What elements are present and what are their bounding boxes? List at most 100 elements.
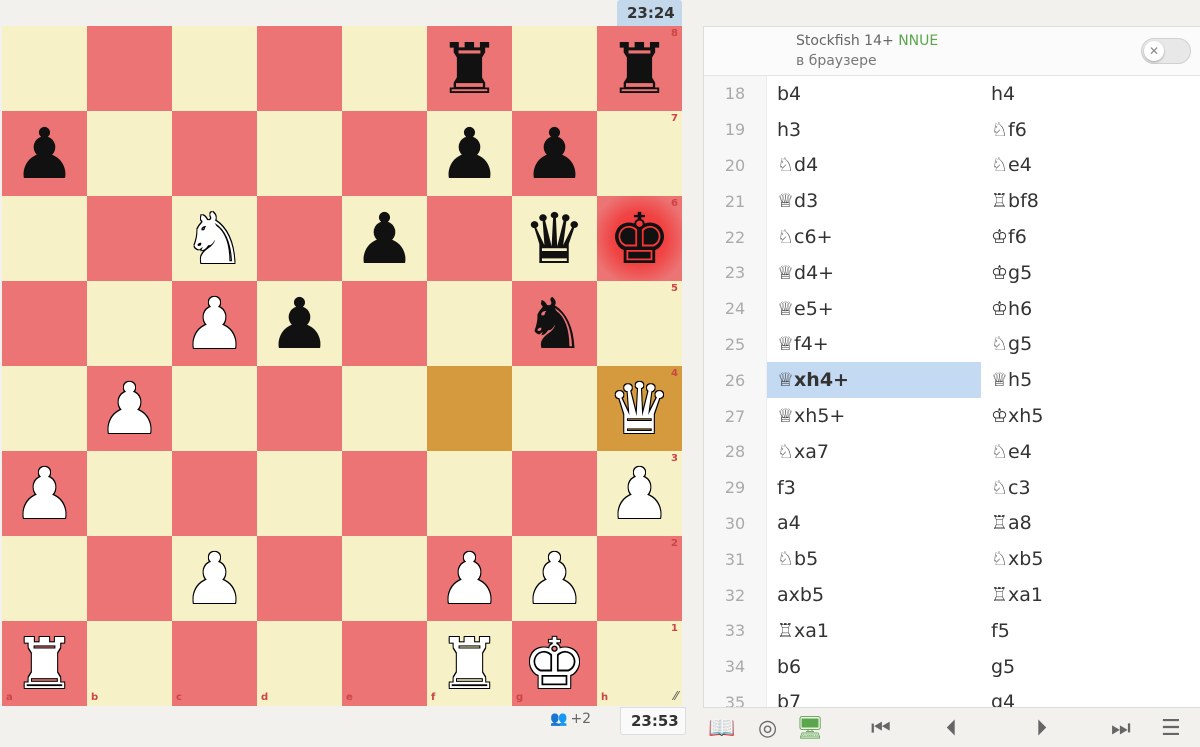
black-move[interactable]: ♖a8 [981, 506, 1195, 542]
square-b5[interactable] [87, 281, 172, 366]
white-move[interactable]: ♖xa1 [767, 613, 981, 649]
white-move[interactable]: b4 [767, 76, 981, 112]
black-move[interactable]: ♖xa1 [981, 577, 1195, 613]
first-move-icon[interactable]: ⏮ [871, 718, 891, 740]
black-move[interactable]: ♔f6 [981, 219, 1195, 255]
white-move[interactable]: ♕f4+ [767, 327, 981, 363]
white-pawn-icon[interactable]: ♟ [597, 451, 682, 536]
square-e4[interactable] [342, 366, 427, 451]
white-pawn-icon[interactable]: ♟ [87, 366, 172, 451]
black-move[interactable]: ♘e4 [981, 148, 1195, 184]
white-pawn-icon[interactable]: ♟ [512, 536, 597, 621]
square-e5[interactable] [342, 281, 427, 366]
square-c4[interactable] [172, 366, 257, 451]
black-queen-icon[interactable]: ♛ [512, 196, 597, 281]
square-d7[interactable] [257, 111, 342, 196]
square-h3[interactable]: 3 ♟ [597, 451, 682, 536]
white-knight-icon[interactable]: ♞ [172, 196, 257, 281]
square-b3[interactable] [87, 451, 172, 536]
square-b8[interactable] [87, 26, 172, 111]
square-f3[interactable] [427, 451, 512, 536]
square-f2[interactable]: ♟ [427, 536, 512, 621]
square-g6[interactable]: ♛ [512, 196, 597, 281]
monitor-icon[interactable]: 🖥 [796, 718, 824, 740]
white-king-icon[interactable]: ♚ [512, 621, 597, 706]
square-b2[interactable] [87, 536, 172, 621]
square-h8[interactable]: 8 ♜ [597, 26, 682, 111]
white-move[interactable]: ♕xh4+ [767, 362, 981, 399]
white-move[interactable]: ♕d4+ [767, 255, 981, 291]
black-move[interactable]: ♕h5 [981, 362, 1195, 398]
square-h4[interactable]: 4 ♛ [597, 366, 682, 451]
black-pawn-icon[interactable]: ♟ [427, 111, 512, 196]
white-move[interactable]: ♕d3 [767, 183, 981, 219]
black-knight-icon[interactable]: ♞ [512, 281, 597, 366]
square-c1[interactable]: c [172, 621, 257, 706]
square-f7[interactable]: ♟ [427, 111, 512, 196]
engine-toggle[interactable]: ✕ [1141, 38, 1191, 64]
white-pawn-icon[interactable]: ♟ [2, 451, 87, 536]
square-b7[interactable] [87, 111, 172, 196]
square-f8[interactable]: ♜ [427, 26, 512, 111]
square-a3[interactable]: ♟ [2, 451, 87, 536]
square-h6[interactable]: 6 ♚ [597, 196, 682, 281]
square-e7[interactable] [342, 111, 427, 196]
black-move[interactable]: ♖bf8 [981, 183, 1195, 219]
square-f5[interactable] [427, 281, 512, 366]
white-move[interactable]: a4 [767, 506, 981, 542]
target-icon[interactable]: ◎ [758, 718, 777, 740]
square-e8[interactable] [342, 26, 427, 111]
white-move[interactable]: ♘b5 [767, 541, 981, 577]
black-move[interactable]: ♘e4 [981, 434, 1195, 470]
white-pawn-icon[interactable]: ♟ [172, 536, 257, 621]
square-a4[interactable] [2, 366, 87, 451]
previous-move-icon[interactable]: ⏴ [946, 718, 957, 740]
square-b6[interactable] [87, 196, 172, 281]
square-d4[interactable] [257, 366, 342, 451]
white-move[interactable]: ♘xa7 [767, 434, 981, 470]
resize-handle-icon[interactable]: ⁄⁄ [674, 689, 678, 703]
square-h7[interactable]: 7 [597, 111, 682, 196]
square-a7[interactable]: ♟ [2, 111, 87, 196]
square-g3[interactable] [512, 451, 597, 536]
square-f1[interactable]: f ♜ [427, 621, 512, 706]
white-queen-icon[interactable]: ♛ [597, 366, 682, 451]
square-g2[interactable]: ♟ [512, 536, 597, 621]
square-e1[interactable]: e [342, 621, 427, 706]
square-d6[interactable] [257, 196, 342, 281]
black-move[interactable]: ♘xb5 [981, 541, 1195, 577]
white-move[interactable]: h3 [767, 112, 981, 148]
square-d3[interactable] [257, 451, 342, 536]
square-a2[interactable] [2, 536, 87, 621]
square-a8[interactable] [2, 26, 87, 111]
square-g5[interactable]: ♞ [512, 281, 597, 366]
square-f4[interactable] [427, 366, 512, 451]
square-g1[interactable]: g ♚ [512, 621, 597, 706]
black-move[interactable]: g4 [981, 685, 1195, 707]
square-e2[interactable] [342, 536, 427, 621]
white-move[interactable]: b7 [767, 685, 981, 707]
square-b1[interactable]: b [87, 621, 172, 706]
black-move[interactable]: ♘g5 [981, 327, 1195, 363]
black-move[interactable]: g5 [981, 649, 1195, 685]
square-c7[interactable] [172, 111, 257, 196]
square-f6[interactable] [427, 196, 512, 281]
black-pawn-icon[interactable]: ♟ [512, 111, 597, 196]
square-a5[interactable] [2, 281, 87, 366]
chess-board[interactable]: ♜ 8 ♜ ♟ ♟ ♟ 7 ♞ ♟ ♛ 6 ♚ ♟ ♟ ♞ 5 ♟ 4 ♛ ♟ 3 ♟ ♟ ♟ ♟ 2 a ♜ b c d e f ♜ g ♚ 1 h ⁄⁄ [2, 26, 682, 706]
white-move[interactable]: axb5 [767, 577, 981, 613]
white-rook-icon[interactable]: ♜ [2, 621, 87, 706]
white-rook-icon[interactable]: ♜ [427, 621, 512, 706]
black-move[interactable]: ♘f6 [981, 112, 1195, 148]
square-c2[interactable]: ♟ [172, 536, 257, 621]
black-move[interactable]: ♔xh5 [981, 398, 1195, 434]
square-d1[interactable]: d [257, 621, 342, 706]
black-move[interactable]: ♔g5 [981, 255, 1195, 291]
square-e6[interactable]: ♟ [342, 196, 427, 281]
square-g8[interactable] [512, 26, 597, 111]
square-c8[interactable] [172, 26, 257, 111]
white-pawn-icon[interactable]: ♟ [172, 281, 257, 366]
last-move-icon[interactable]: ⏭ [1111, 718, 1131, 740]
square-c5[interactable]: ♟ [172, 281, 257, 366]
white-move[interactable]: f3 [767, 470, 981, 506]
